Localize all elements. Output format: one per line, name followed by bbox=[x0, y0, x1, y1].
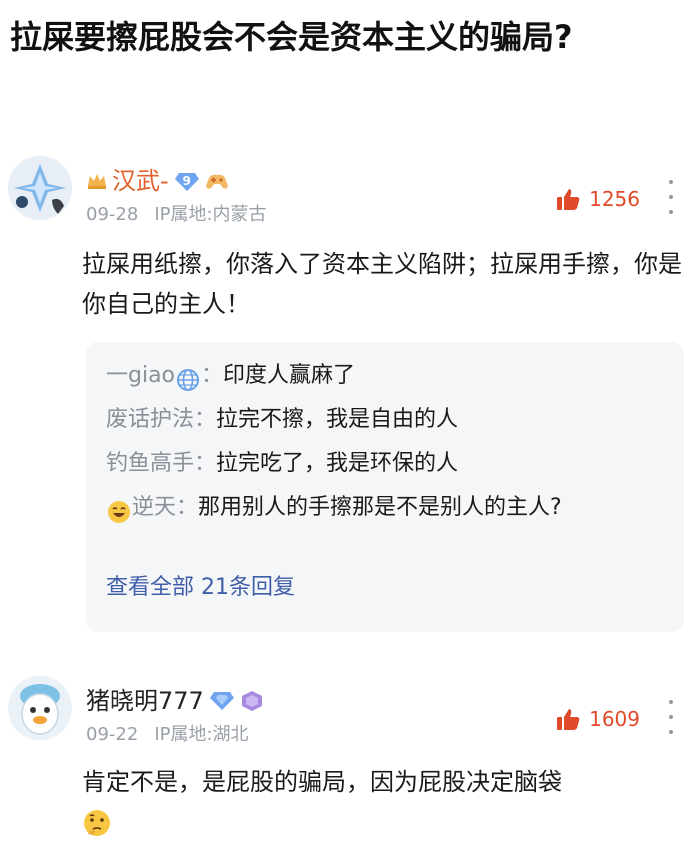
comment-content: 拉屎用纸擦，你落入了资本主义陷阱；拉屎用手擦，你是你自己的主人！ bbox=[82, 250, 682, 318]
like-button[interactable]: 1609 bbox=[555, 706, 640, 732]
username[interactable]: 猪晓明777 bbox=[86, 684, 204, 718]
reply-separator: ： bbox=[194, 407, 217, 432]
gamepad-icon bbox=[205, 170, 229, 192]
username[interactable]: 汉武- bbox=[112, 164, 169, 198]
comment-text: 肯定不是，是屁股的骗局，因为屁股决定脑袋 bbox=[82, 768, 562, 796]
reply-separator: ： bbox=[176, 495, 199, 520]
reply-item[interactable]: 一giao ：印度人赢麻了 bbox=[106, 354, 676, 398]
avatar[interactable] bbox=[8, 676, 72, 740]
post-title: 拉屎要擦屁股会不会是资本主义的骗局? bbox=[10, 18, 573, 56]
thumb-up-icon bbox=[555, 186, 581, 212]
reply-author[interactable]: 废话护法 bbox=[106, 407, 194, 432]
comment-date: 09-22 bbox=[86, 724, 139, 745]
like-count: 1256 bbox=[589, 187, 640, 211]
reply-item[interactable]: 废话护法：拉完不擦，我是自由的人 bbox=[106, 398, 676, 442]
more-vertical-icon[interactable] bbox=[666, 700, 676, 734]
ip-location: IP属地:湖北 bbox=[154, 724, 249, 745]
reply-text: 那用别人的手擦那是不是别人的主人? bbox=[198, 495, 562, 520]
level-badge-icon bbox=[240, 690, 264, 712]
reply-author[interactable]: 钓鱼高手 bbox=[106, 451, 194, 476]
like-count: 1609 bbox=[589, 707, 640, 731]
reply-item[interactable]: 钓鱼高手：拉完吃了，我是环保的人 bbox=[106, 442, 676, 486]
thumb-up-icon bbox=[555, 706, 581, 732]
level-badge: 9 bbox=[174, 171, 199, 191]
reply-author[interactable]: 一giao bbox=[106, 363, 175, 388]
crown-icon bbox=[86, 170, 108, 192]
reply-separator: ： bbox=[194, 451, 217, 476]
reply-author[interactable]: 逆天 bbox=[132, 495, 176, 520]
view-all-replies-link[interactable]: 查看全部 21条回复 bbox=[106, 568, 295, 608]
like-button[interactable]: 1256 bbox=[555, 186, 640, 212]
level-number: 9 bbox=[182, 174, 191, 188]
reply-box: 一giao ：印度人赢麻了 废话护法：拉完不擦，我是自由的人 钓鱼高手：拉完吃了，… bbox=[86, 342, 684, 632]
reply-text: 拉完不擦，我是自由的人 bbox=[216, 407, 459, 432]
ip-location: IP属地:内蒙古 bbox=[154, 204, 267, 225]
comment-content: 肯定不是，是屁股的骗局，因为屁股决定脑袋 bbox=[82, 762, 682, 842]
reply-text: 拉完吃了，我是环保的人 bbox=[216, 451, 459, 476]
laughing-emoji-icon bbox=[107, 496, 131, 523]
thinking-emoji-icon bbox=[82, 808, 112, 838]
comment-meta: 09-22 IP属地:湖北 bbox=[86, 722, 249, 748]
reply-text: 印度人赢麻了 bbox=[223, 363, 356, 388]
avatar[interactable] bbox=[8, 156, 72, 220]
more-vertical-icon[interactable] bbox=[666, 180, 676, 214]
globe-icon bbox=[176, 364, 200, 391]
comment-date: 09-28 bbox=[86, 204, 139, 225]
diamond-badge-icon bbox=[209, 690, 234, 712]
comment-meta: 09-28 IP属地:内蒙古 bbox=[86, 202, 267, 228]
reply-item[interactable]: 逆天：那用别人的手擦那是不是别人的主人? bbox=[106, 486, 676, 530]
reply-separator: ： bbox=[201, 363, 224, 388]
